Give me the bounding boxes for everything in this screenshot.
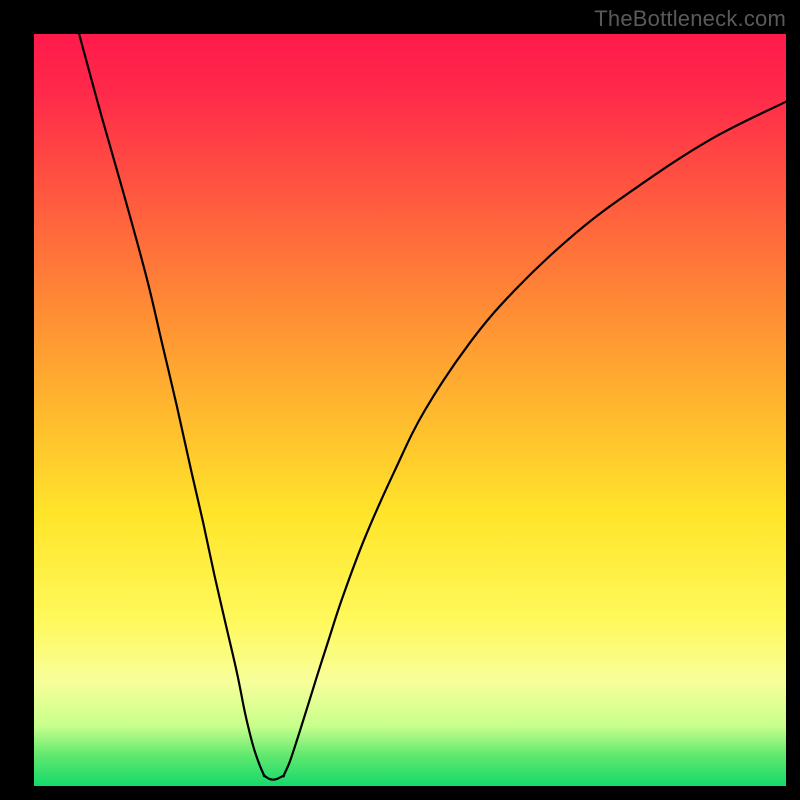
bottleneck-curve bbox=[79, 34, 786, 780]
chart-frame: TheBottleneck.com bbox=[0, 0, 800, 800]
curve-layer bbox=[34, 34, 786, 786]
watermark-text: TheBottleneck.com bbox=[594, 6, 786, 32]
curve-group bbox=[79, 34, 786, 780]
plot-area bbox=[34, 34, 786, 786]
